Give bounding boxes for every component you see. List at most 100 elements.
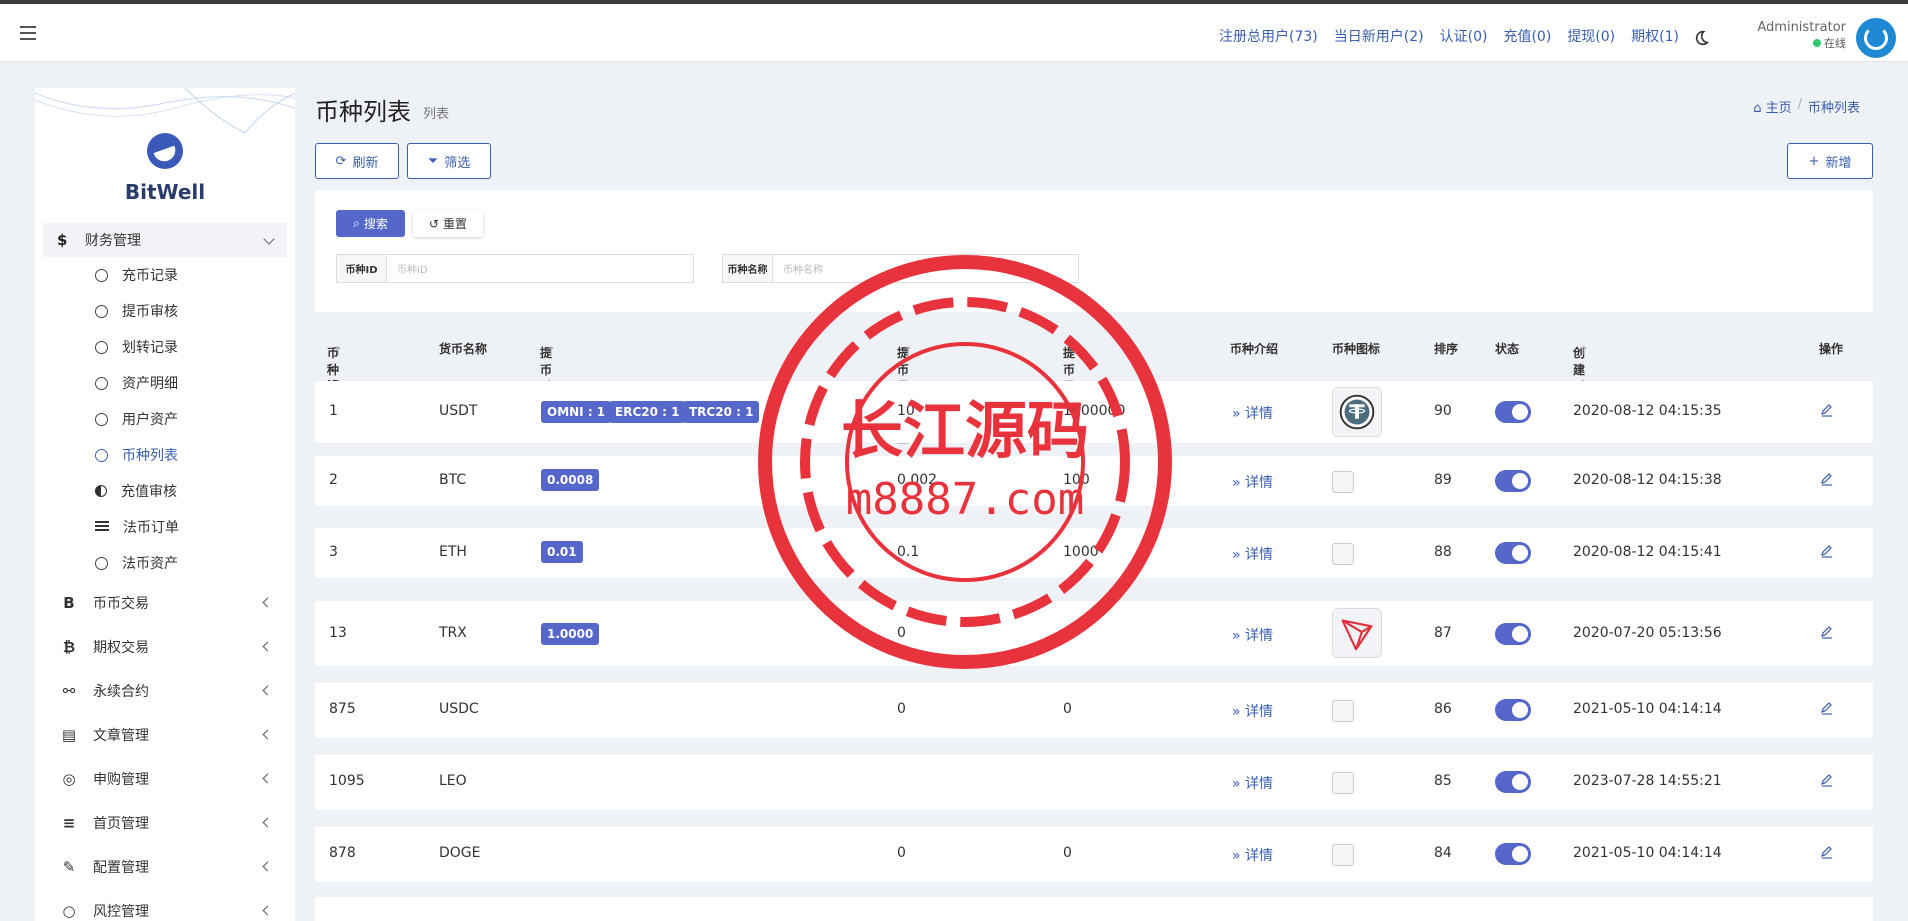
search-button[interactable]: ⌕ 搜索 [336, 210, 405, 237]
cell-id: 1 [329, 403, 338, 419]
status-toggle[interactable] [1495, 470, 1531, 492]
sidebar-item-subscription[interactable]: ◎ 申购管理 [35, 757, 295, 801]
add-button[interactable]: + 新增 [1787, 143, 1873, 179]
status-toggle[interactable] [1495, 843, 1531, 865]
sidebar-item-fiat-assets[interactable]: 法币资产 [35, 545, 295, 581]
table-row: 2 BTC 0.0008 0.002 100 » 详情 89 2020-08-1… [315, 456, 1873, 506]
table-row: 1095 LEO » 详情 85 2023-07-28 14:55:21 [315, 755, 1873, 810]
link-verify[interactable]: 认证(0) [1440, 26, 1488, 46]
cell-created: 2020-08-12 04:15:35 [1573, 403, 1722, 419]
sidebar-item-risk-control[interactable]: ○ 风控管理 [35, 889, 295, 921]
header-sort: 排序 [1434, 342, 1459, 356]
filter-icon: ⏷ [427, 153, 439, 169]
header-intro: 币种介绍 [1230, 342, 1279, 356]
chevron-down-icon [263, 233, 275, 245]
detail-link[interactable]: » 详情 [1232, 701, 1273, 721]
sidebar-item-recharge-review[interactable]: 充值审核 [35, 473, 295, 509]
user-info[interactable]: Administrator 在线 [1757, 20, 1846, 51]
fee-badge: ERC20 : 1 [609, 401, 686, 423]
coin-name-input[interactable]: 币种名称 [773, 255, 1078, 282]
sidebar-item-articles[interactable]: ▤ 文章管理 [35, 713, 295, 757]
chevron-left-icon [262, 641, 273, 652]
sort-icon: ↑ [333, 344, 344, 358]
breadcrumb-current: 币种列表 [1807, 101, 1860, 116]
edit-icon[interactable] [1820, 701, 1834, 715]
sidebar: BitWell $ 财务管理 充币记录 提币审核 划转记录 资产明细 用户资产 … [35, 88, 295, 921]
sidebar-group-finance[interactable]: $ 财务管理 [43, 223, 287, 257]
sidebar-item-config[interactable]: ✎ 配置管理 [35, 845, 295, 889]
reset-button[interactable]: ↺ 重置 [413, 210, 483, 237]
link-withdraw[interactable]: 提现(0) [1567, 26, 1615, 46]
table-row: 1 USDT OMNI : 1 ERC20 : 1 TRC20 : 1 10 1… [315, 381, 1873, 443]
link-icon: ⚯ [62, 682, 76, 700]
detail-link[interactable]: » 详情 [1232, 544, 1273, 564]
status-toggle[interactable] [1495, 542, 1531, 564]
edit-icon[interactable] [1820, 544, 1834, 558]
broken-image-icon [1332, 844, 1354, 866]
sidebar-item-transfer-records[interactable]: 划转记录 [35, 329, 295, 365]
breadcrumb-home[interactable]: ⌂ 主页 [1753, 97, 1791, 116]
coin-id-field: 币种ID 币种ID [336, 254, 694, 283]
detail-link[interactable]: » 详情 [1232, 403, 1273, 423]
status-toggle[interactable] [1495, 401, 1531, 423]
status-toggle[interactable] [1495, 699, 1531, 721]
menu-toggle-icon[interactable] [20, 26, 36, 40]
detail-link[interactable]: » 详情 [1232, 773, 1273, 793]
refresh-button[interactable]: ⟳ 刷新 [315, 143, 399, 179]
fee-badge: TRC20 : 1 [683, 401, 760, 423]
sidebar-item-perpetual[interactable]: ⚯ 永续合约 [35, 669, 295, 713]
edit-icon[interactable] [1820, 403, 1834, 417]
circle-icon [95, 268, 108, 282]
link-deposit[interactable]: 充值(0) [1503, 26, 1551, 46]
link-total-users[interactable]: 注册总用户(73) [1219, 26, 1318, 46]
half-circle-icon [95, 485, 107, 497]
detail-link[interactable]: » 详情 [1232, 845, 1273, 865]
status-toggle[interactable] [1495, 623, 1531, 645]
edit-icon[interactable] [1820, 773, 1834, 787]
edit-icon[interactable] [1820, 472, 1834, 486]
avatar[interactable] [1856, 18, 1896, 58]
broken-image-icon [1332, 772, 1354, 794]
coin-name-label: 币种名称 [723, 255, 773, 282]
chevron-left-icon [262, 685, 273, 696]
detail-link[interactable]: » 详情 [1232, 472, 1273, 492]
cell-max: 1000 [1063, 544, 1099, 560]
dark-mode-icon[interactable] [1692, 29, 1710, 47]
sidebar-item-options-trading[interactable]: ₿ 期权交易 [35, 625, 295, 669]
top-stats-links: 注册总用户(73) 当日新用户(2) 认证(0) 充值(0) 提现(0) 期权(… [1219, 26, 1679, 46]
filter-button[interactable]: ⏷ 筛选 [407, 143, 491, 179]
link-new-users[interactable]: 当日新用户(2) [1334, 26, 1424, 46]
detail-link[interactable]: » 详情 [1232, 625, 1273, 645]
circle-icon [95, 376, 108, 390]
sidebar-item-deposit-records[interactable]: 充币记录 [35, 257, 295, 293]
sidebar-item-withdraw-review[interactable]: 提币审核 [35, 293, 295, 329]
brand-name: BitWell [124, 180, 206, 204]
status-toggle[interactable] [1495, 771, 1531, 793]
fee-badge: 0.01 [541, 541, 583, 563]
cell-max: 0 [1063, 845, 1072, 861]
header-name: 货币名称 [439, 342, 488, 356]
sidebar-item-user-assets[interactable]: 用户资产 [35, 401, 295, 437]
online-status: 在线 [1757, 35, 1846, 51]
sidebar-item-asset-details[interactable]: 资产明细 [35, 365, 295, 401]
coin-id-input[interactable]: 币种ID [387, 255, 693, 282]
edit-icon[interactable] [1820, 845, 1834, 859]
sidebar-item-fiat-orders[interactable]: 法币订单 [35, 509, 295, 545]
plus-icon: + [1808, 153, 1820, 169]
sidebar-item-spot-trading[interactable]: B 币币交易 [35, 581, 295, 625]
cell-created: 2021-05-10 04:14:14 [1573, 845, 1722, 861]
circle-icon [95, 340, 108, 354]
cell-id: 878 [329, 845, 356, 861]
edit-icon[interactable] [1820, 625, 1834, 639]
fee-badge: 0.0008 [541, 469, 600, 491]
sidebar-menu: $ 财务管理 充币记录 提币审核 划转记录 资产明细 用户资产 币种列表 充值审… [35, 223, 295, 921]
sort-icon: ↑ [1579, 344, 1590, 358]
cell-min: 10 [897, 403, 915, 419]
sidebar-item-homepage[interactable]: ≡ 首页管理 [35, 801, 295, 845]
sidebar-item-coin-list[interactable]: 币种列表 [35, 437, 295, 473]
cell-sort: 90 [1434, 403, 1452, 419]
header-status: 状态 [1495, 342, 1520, 356]
link-options[interactable]: 期权(1) [1631, 26, 1679, 46]
circle-icon [95, 412, 108, 426]
breadcrumb: ⌂ 主页 / 币种列表 [1753, 97, 1860, 116]
